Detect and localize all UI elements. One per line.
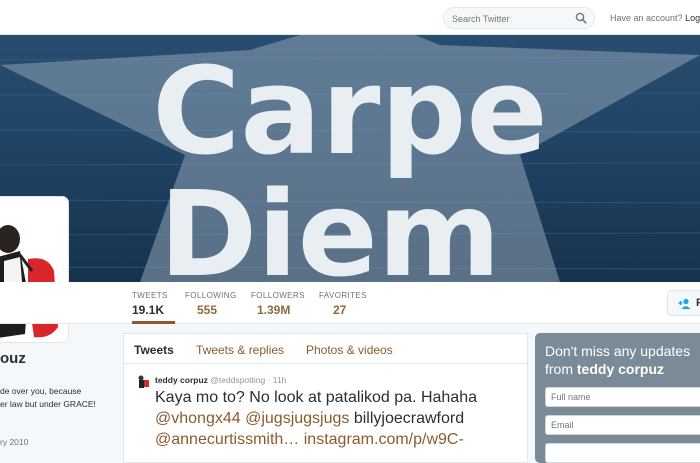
- signup-heading: Don't miss any updates: [545, 343, 691, 359]
- tweet-url-link[interactable]: instagram.com/p/w9C-: [304, 431, 464, 448]
- mention-link[interactable]: @annecurtissmith…: [155, 431, 299, 448]
- profile-join-date: ry 2010: [0, 437, 29, 447]
- password-field[interactable]: [545, 443, 700, 463]
- stat-value: 1.39M: [257, 303, 291, 317]
- profile-bio: de over you, because er law but under GR…: [0, 385, 110, 411]
- tab-tweets[interactable]: Tweets: [134, 343, 174, 357]
- tab-tweets-replies[interactable]: Tweets & replies: [196, 343, 284, 357]
- stat-followers[interactable]: FOLLOWERS 1.39M: [251, 291, 305, 324]
- bio-line: er law but under GRACE!: [0, 399, 96, 409]
- mention-link[interactable]: @jugsjugsjugs: [245, 410, 349, 427]
- tweet-text: Kaya mo to? No look at patalikod pa. Hah…: [155, 387, 525, 450]
- tweet-avatar-image: [136, 374, 150, 388]
- signup-module: Don't miss any updates from teddy corpuz: [535, 333, 700, 463]
- tab-photos-videos[interactable]: Photos & videos: [306, 343, 393, 357]
- stat-label: FOLLOWING: [185, 291, 237, 300]
- profile-name: ouz: [0, 350, 26, 367]
- email-field[interactable]: [545, 415, 700, 435]
- signup-subheading-prefix: from: [545, 361, 573, 377]
- tweet-author-handle[interactable]: @teddspotting: [210, 375, 265, 385]
- profile-header-banner: Carpe Diem: [0, 35, 700, 282]
- follow-person-icon: [678, 298, 691, 309]
- search-icon[interactable]: [575, 12, 587, 24]
- top-navigation-bar: Have an account? Log in: [0, 0, 700, 35]
- signup-subheading: from teddy corpuz: [545, 361, 664, 377]
- timeline: Tweets Tweets & replies Photos & videos …: [123, 333, 529, 463]
- stat-value: 19.1K: [132, 303, 165, 317]
- tweet-avatar[interactable]: [136, 374, 150, 388]
- timeline-tabs: Tweets Tweets & replies Photos & videos: [124, 334, 529, 364]
- tweet-header: teddy corpuz @teddspotting · 11h: [155, 375, 286, 385]
- stat-following[interactable]: FOLLOWING 555: [185, 291, 237, 324]
- bio-line: de over you, because: [0, 386, 82, 396]
- stat-label: TWEETS: [132, 291, 168, 300]
- tweet-text-plain: billyjoecrawford: [353, 410, 465, 427]
- signup-subheading-name: teddy corpuz: [576, 361, 665, 377]
- stat-favorites[interactable]: FAVORITES 27: [319, 291, 367, 324]
- banner-text-line1: Carpe: [152, 43, 548, 182]
- tweet-author-name[interactable]: teddy corpuz: [155, 375, 208, 385]
- stat-tweets[interactable]: TWEETS 19.1K: [132, 291, 175, 324]
- stat-label: FAVORITES: [319, 291, 367, 300]
- stat-label: FOLLOWERS: [251, 291, 305, 300]
- stat-value: 27: [333, 303, 347, 317]
- search-box[interactable]: [443, 7, 595, 29]
- search-input[interactable]: [452, 11, 572, 26]
- account-prompt: Have an account? Log in: [610, 13, 700, 23]
- banner-image: Carpe Diem: [0, 35, 700, 282]
- banner-text-line2: Diem: [159, 165, 500, 282]
- follow-button[interactable]: F: [667, 290, 700, 316]
- tweet-timestamp[interactable]: · 11h: [268, 375, 287, 385]
- profile-stats-bar: TWEETS 19.1K FOLLOWING 555 FOLLOWERS 1.3…: [0, 282, 700, 324]
- tweet-text-line: Kaya mo to? No look at patalikod pa. Hah…: [155, 389, 477, 406]
- fullname-field[interactable]: [545, 387, 700, 407]
- stat-value: 555: [197, 303, 218, 317]
- follow-button-label: F: [696, 297, 700, 309]
- login-link[interactable]: Log in: [685, 13, 700, 23]
- mention-link[interactable]: @vhongx44: [155, 410, 241, 427]
- account-prompt-text: Have an account?: [610, 13, 683, 23]
